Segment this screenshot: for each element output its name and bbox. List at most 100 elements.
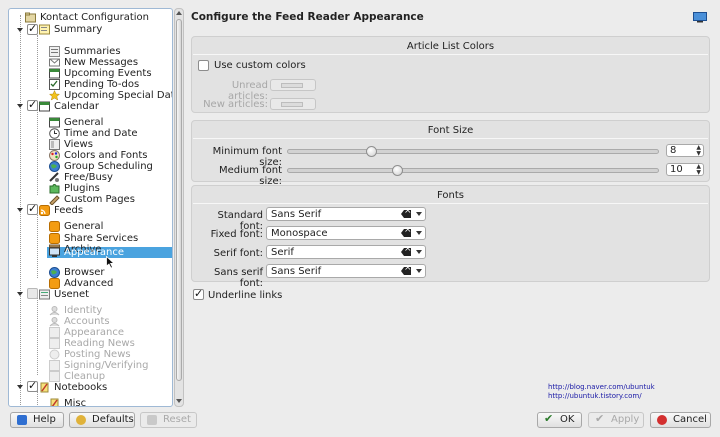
help-button[interactable]: Help [10, 412, 64, 428]
dropdown-arrow-icon[interactable] [416, 212, 422, 216]
spin-up-down-icon[interactable]: ▲ ▼ [696, 164, 701, 176]
medium-font-size-slider-handle[interactable] [391, 165, 403, 176]
underline-links-checkbox[interactable] [193, 287, 204, 300]
standard-font-value: Sans Serif [271, 209, 322, 220]
defaults-button[interactable]: Defaults [69, 412, 135, 428]
identity-icon [49, 306, 60, 316]
page-title: Configure the Feed Reader Appearance [191, 11, 424, 23]
custom-pages-icon [49, 195, 60, 205]
mouse-cursor-icon [106, 256, 115, 269]
notebooks-enable-checkbox[interactable] [27, 379, 38, 392]
medium-font-size-slider[interactable] [287, 168, 659, 173]
dropdown-arrow-icon[interactable] [416, 269, 422, 273]
serif-font-label: Serif font: [213, 248, 263, 259]
reset-button-label: Reset [163, 414, 191, 425]
tree-item-label: Signing/Verifying [64, 360, 149, 371]
tree-item-label: Browser [64, 267, 105, 278]
tree-item-label: Notebooks [54, 382, 108, 393]
tree-item-label: General [64, 117, 104, 128]
blog-link[interactable]: http://blog.naver.com/ubuntuk [548, 383, 655, 391]
dropdown-arrow-icon[interactable] [416, 231, 422, 235]
tree-item-label: Summaries [64, 46, 121, 57]
summary-enable-checkbox[interactable] [27, 22, 38, 35]
feeds-icon [49, 278, 60, 289]
folder-settings-icon [25, 12, 36, 23]
standard-font-combo[interactable]: Sans Serif [266, 207, 426, 221]
check-icon: ✔ [544, 412, 554, 425]
monitor-icon [49, 247, 60, 257]
minimum-font-size-slider-handle[interactable] [366, 146, 378, 157]
article-list-colors-group: Article List Colors Use custom colors Un… [191, 36, 710, 113]
group-title: Article List Colors [406, 41, 495, 52]
spin-up-down-icon[interactable]: ▲ ▼ [696, 145, 701, 157]
help-icon [17, 415, 27, 425]
tree-item-label: New Messages [64, 57, 139, 68]
clear-text-icon[interactable] [401, 210, 411, 218]
tree-connector [37, 391, 38, 405]
tree-item-label: Advanced [64, 278, 114, 289]
calendar-icon [49, 117, 60, 128]
scrollbar-thumb[interactable] [176, 19, 182, 381]
expand-arrow-icon[interactable] [17, 208, 23, 212]
globe-icon [49, 267, 60, 278]
notebook-icon [50, 398, 59, 406]
tree-item-label: Group Scheduling [64, 161, 153, 172]
tree-item-label: Share Services [64, 233, 139, 244]
summaries-icon [49, 46, 60, 57]
palette-icon [49, 150, 60, 161]
tree-item-label: Upcoming Events [64, 68, 152, 79]
tree-item-label: Cleanup [64, 371, 106, 382]
unread-articles-color-button[interactable] [270, 79, 316, 91]
tree-connector [37, 107, 38, 195]
tree-item-label: Plugins [64, 183, 100, 194]
scroll-down-arrow-icon[interactable] [176, 399, 182, 403]
use-custom-colors-checkbox[interactable] [198, 60, 209, 71]
expand-arrow-icon[interactable] [17, 292, 23, 296]
fixed-font-combo[interactable]: Monospace [266, 226, 426, 240]
appearance-icon [49, 327, 60, 338]
minimum-font-size-value: 8 [670, 145, 677, 156]
new-articles-color-button[interactable] [270, 98, 316, 110]
usenet-icon [39, 289, 50, 300]
reset-button[interactable]: Reset [140, 412, 197, 428]
tree-item-label: Feeds [54, 205, 84, 216]
feeds-enable-checkbox[interactable] [27, 202, 38, 215]
tree-item-label: Misc [64, 398, 87, 407]
cancel-button[interactable]: Cancel [650, 412, 711, 428]
feeds-icon [39, 205, 50, 216]
sans-serif-font-combo[interactable]: Sans Serif [266, 264, 426, 278]
feeds-icon [49, 221, 60, 232]
minimum-font-size-slider[interactable] [287, 149, 659, 154]
tistory-link[interactable]: http://ubuntuk.tistory.com/ [548, 392, 642, 400]
clear-text-icon[interactable] [401, 267, 411, 275]
free-busy-icon [49, 172, 59, 182]
expand-arrow-icon[interactable] [17, 104, 23, 108]
expand-arrow-icon[interactable] [17, 28, 23, 32]
usenet-enable-checkbox[interactable] [27, 288, 38, 299]
tree-item-label: Free/Busy [64, 172, 113, 183]
clear-text-icon[interactable] [401, 229, 411, 237]
sans-serif-font-label: Sans serif font: [214, 267, 263, 289]
scroll-up-arrow-icon[interactable] [176, 11, 182, 15]
apply-button-label: Apply [611, 414, 640, 425]
medium-font-size-spinbox[interactable]: 10 ▲ ▼ [666, 163, 704, 176]
expand-arrow-icon[interactable] [17, 385, 23, 389]
clear-text-icon[interactable] [401, 248, 411, 256]
settings-tree[interactable]: Kontact Configuration Summary Summaries … [8, 8, 173, 407]
tree-scrollbar[interactable] [174, 8, 184, 407]
tree-item-label: Usenet [54, 289, 90, 300]
medium-font-size-label: Medium font size: [218, 165, 282, 187]
calendar-icon [49, 68, 60, 79]
calendar-enable-checkbox[interactable] [27, 98, 38, 111]
tree-item-label: Kontact Configuration [40, 12, 149, 23]
puzzle-icon [49, 184, 60, 194]
summary-icon [39, 24, 50, 35]
apply-button[interactable]: ✔ Apply [588, 412, 644, 428]
ok-button[interactable]: ✔ OK [537, 412, 582, 428]
ok-button-label: OK [560, 414, 575, 425]
serif-font-combo[interactable]: Serif [266, 245, 426, 259]
minimum-font-size-spinbox[interactable]: 8 ▲ ▼ [666, 144, 704, 157]
group-title: Font Size [427, 125, 474, 136]
globe-icon [49, 161, 60, 172]
dropdown-arrow-icon[interactable] [416, 250, 422, 254]
